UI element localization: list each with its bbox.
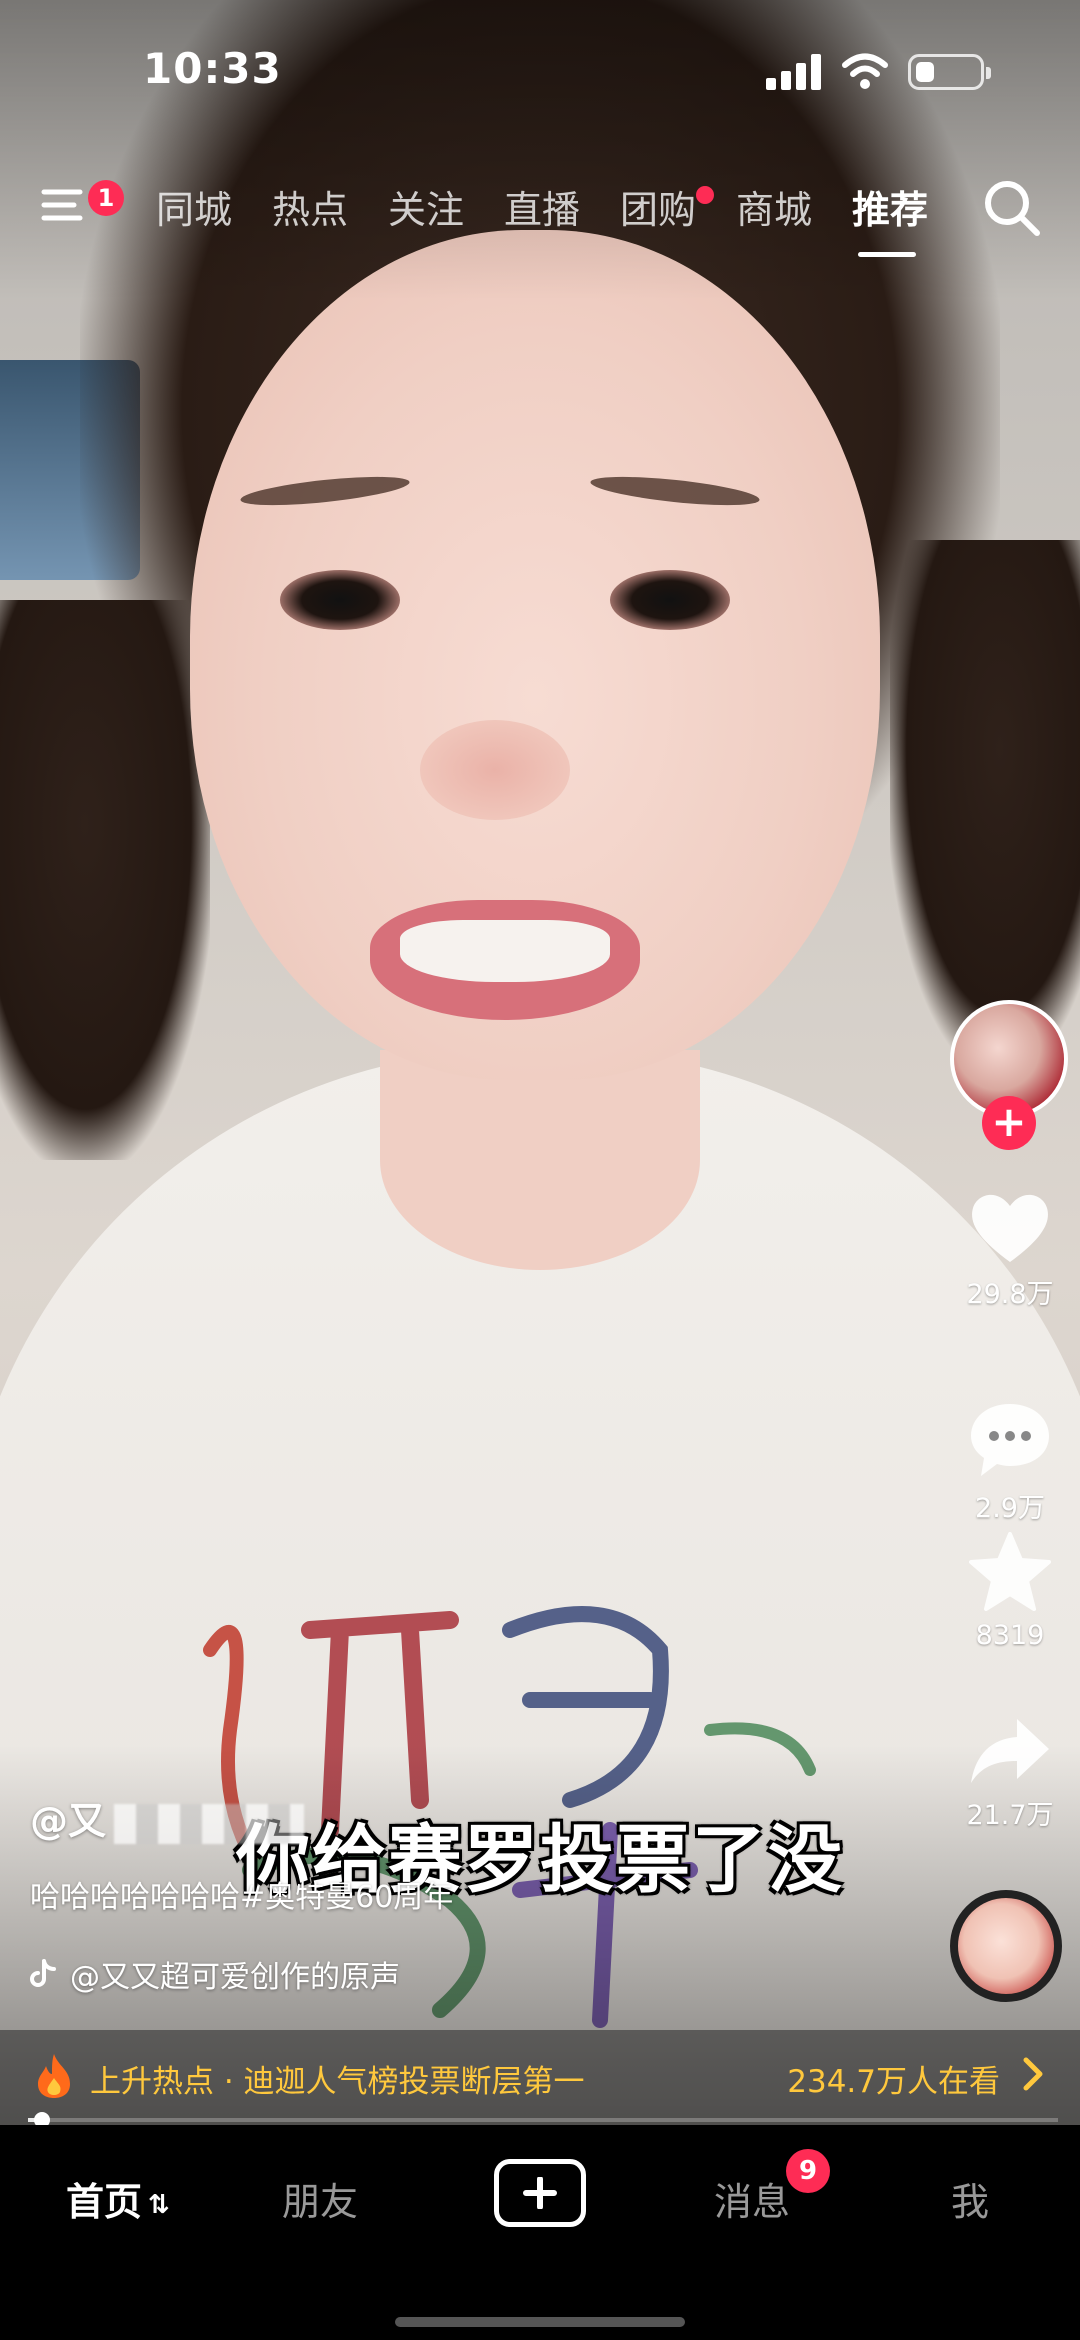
home-indicator	[395, 2317, 685, 2327]
tab-label: 商城	[736, 188, 813, 232]
author-name-redacted	[114, 1803, 305, 1844]
create-button[interactable]	[494, 2159, 586, 2227]
like-count: 29.8万	[966, 1279, 1054, 1310]
menu-icon	[41, 189, 83, 221]
tab-1[interactable]: 热点	[272, 182, 388, 238]
video-girl-teeth	[400, 920, 610, 982]
signal-icon	[766, 54, 822, 90]
video-girl-neck	[380, 1050, 700, 1270]
search-button[interactable]	[980, 176, 1044, 240]
menu-badge: 1	[88, 180, 124, 216]
tab-label: 团购	[620, 188, 697, 232]
hot-topic-bar[interactable]: 上升热点 · 迪迦人气榜投票断层第一 234.7万人在看	[0, 2030, 1080, 2125]
share-icon	[971, 1719, 1049, 1783]
plus-icon	[523, 2177, 557, 2209]
video-girl-eye-left	[280, 570, 400, 630]
chevron-right-icon	[1023, 2057, 1043, 2091]
tab-bar: 同城 热点 关注 直播 团购 商城 推荐	[156, 182, 968, 257]
status-bar: 10:33	[0, 0, 1080, 140]
star-icon	[969, 1532, 1051, 1611]
tab-label: 同城	[156, 188, 233, 232]
menu-button[interactable]: 1	[40, 180, 124, 242]
nav-friends[interactable]: 朋友	[282, 2171, 358, 2226]
status-time: 10:33	[143, 44, 282, 93]
battery-icon	[908, 54, 991, 90]
video-progress-bar[interactable]	[28, 2112, 1058, 2128]
watching-count: 234.7万人在看	[787, 2064, 1000, 2100]
video-girl-eye-right	[610, 570, 730, 630]
messages-badge: 9	[786, 2149, 830, 2193]
tab-label: 推荐	[852, 188, 929, 232]
music-label: @又又超可爱创作的原声	[70, 1960, 400, 1995]
wifi-icon	[842, 53, 888, 89]
comment-button[interactable]: 2.9万	[950, 1400, 1070, 1525]
search-icon	[985, 181, 1040, 236]
tab-label: 热点	[272, 188, 349, 232]
nav-messages[interactable]: 消息	[714, 2171, 790, 2226]
heart-icon	[972, 1194, 1048, 1262]
video-girl-pigtail-left	[0, 600, 210, 1160]
tab-4[interactable]: 团购	[620, 182, 736, 238]
music-info[interactable]: @又又超可爱创作的原声	[30, 1952, 400, 1996]
comment-icon	[971, 1404, 1049, 1476]
tiktok-note-icon	[30, 1959, 56, 1987]
fire-icon	[38, 2054, 70, 2098]
comment-count: 2.9万	[975, 1493, 1045, 1524]
tab-5[interactable]: 商城	[736, 182, 852, 238]
nav-home[interactable]: 首页 ⇅	[66, 2171, 170, 2226]
video-girl-pigtail-right	[890, 540, 1080, 1060]
author-name[interactable]: @又	[30, 1790, 305, 1845]
tab-active-underline	[858, 252, 916, 257]
tab-0[interactable]: 同城	[156, 182, 272, 238]
author-handle: @又	[30, 1799, 107, 1843]
bottom-nav: 首页 ⇅ 朋友 消息 9 我	[0, 2125, 1080, 2340]
favorite-count: 8319	[975, 1620, 1045, 1651]
refresh-icon: ⇅	[148, 2189, 170, 2220]
tab-label: 关注	[388, 188, 465, 232]
author-avatar-button[interactable]: +	[950, 1000, 1068, 1150]
top-nav: 1 同城 热点 关注 直播 团购 商城 推荐	[0, 160, 1080, 270]
tab-notification-dot	[696, 186, 714, 204]
nav-home-label: 首页	[66, 2180, 143, 2224]
like-button[interactable]: 29.8万	[950, 1190, 1070, 1311]
video-description[interactable]: 哈哈哈哈哈哈哈#奥特曼60周年	[30, 1872, 640, 1916]
favorite-button[interactable]: 8319	[950, 1530, 1070, 1651]
tab-label: 直播	[504, 188, 581, 232]
follow-button[interactable]: +	[982, 1096, 1036, 1150]
nav-me[interactable]: 我	[951, 2171, 989, 2226]
tab-6[interactable]: 推荐	[852, 182, 968, 257]
tab-3[interactable]: 直播	[504, 182, 620, 238]
battery-level	[916, 62, 934, 82]
video-girl-nose	[420, 720, 570, 820]
hot-topic-text: 上升热点 · 迪迦人气榜投票断层第一	[90, 2064, 585, 2100]
tab-2[interactable]: 关注	[388, 182, 504, 238]
